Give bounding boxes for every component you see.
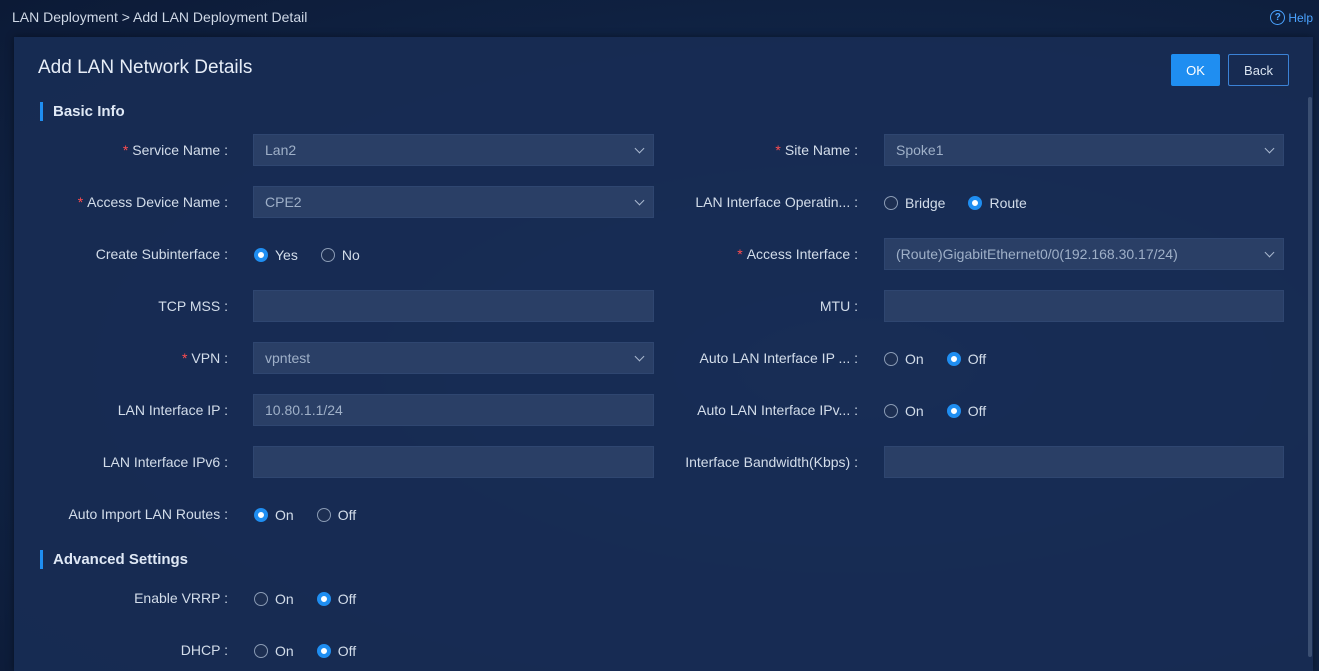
radio-vrrp-on[interactable]: On xyxy=(254,591,294,607)
service-name-label-text: Service Name : xyxy=(132,142,228,158)
radio-dhcp-off-dot[interactable] xyxy=(316,644,331,658)
add-lan-dialog: Add LAN Network Details OK Back Basic In… xyxy=(14,37,1313,671)
site-name-label-text: Site Name : xyxy=(784,142,858,158)
tcp-mss-input[interactable] xyxy=(253,290,654,322)
radio-vrrp-on-dot[interactable] xyxy=(254,592,268,606)
auto-import-routes-label: Auto Import LAN Routes : xyxy=(68,506,228,522)
radio-import-off-label: Off xyxy=(337,507,357,523)
radio-dhcp-on[interactable]: On xyxy=(254,643,294,659)
radio-auto-ip-on[interactable]: On xyxy=(884,351,924,367)
section-advanced-settings: Advanced Settings xyxy=(40,550,188,569)
radio-auto-ipv6-on[interactable]: On xyxy=(884,403,924,419)
radio-auto-ipv6-off-label: Off xyxy=(967,403,987,419)
radio-vrrp-on-label: On xyxy=(275,591,294,607)
auto-lan-ipv6-radios: On Off xyxy=(884,403,1009,419)
ok-button[interactable]: OK xyxy=(1171,54,1220,86)
lan-interface-ipv6-input[interactable] xyxy=(253,446,654,478)
required-marker: * xyxy=(122,142,129,158)
lan-interface-ipv6-label: LAN Interface IPv6 : xyxy=(102,454,228,470)
radio-yes[interactable]: Yes xyxy=(254,247,298,263)
radio-auto-ipv6-off-dot[interactable] xyxy=(946,404,961,418)
enable-vrrp-label: Enable VRRP : xyxy=(134,590,228,606)
required-marker: * xyxy=(737,246,743,262)
enable-vrrp-radios: On Off xyxy=(254,591,379,607)
vpn-label-text: VPN : xyxy=(191,350,228,366)
dhcp-radios: On Off xyxy=(254,643,379,659)
radio-no-dot[interactable] xyxy=(320,248,335,262)
auto-lan-ip-label: Auto LAN Interface IP ... : xyxy=(699,350,859,366)
radio-import-off-dot[interactable] xyxy=(316,508,331,522)
lan-interface-ip-input[interactable]: 10.80.1.1/24 xyxy=(253,394,654,426)
create-subinterface-label: Create Subinterface : xyxy=(95,246,228,262)
required-marker: * xyxy=(775,142,781,158)
radio-import-on[interactable]: On xyxy=(254,507,294,523)
radio-yes-label: Yes xyxy=(275,247,298,263)
vpn-label: * VPN : xyxy=(182,350,228,366)
radio-import-off[interactable]: Off xyxy=(316,507,357,523)
lan-interface-mode-label: LAN Interface Operatin... : xyxy=(695,194,858,210)
dialog-title: Add LAN Network Details xyxy=(38,57,253,78)
radio-dhcp-off-label: Off xyxy=(337,643,357,659)
radio-auto-ip-off[interactable]: Off xyxy=(946,351,987,367)
radio-no[interactable]: No xyxy=(320,247,360,263)
service-name-label: * Service Name : xyxy=(123,142,228,158)
mtu-input[interactable] xyxy=(884,290,1284,322)
radio-route-dot[interactable] xyxy=(968,196,983,210)
access-interface-label: * Access Interface : xyxy=(737,246,858,262)
tcp-mss-label: TCP MSS : xyxy=(158,298,228,314)
required-marker: * xyxy=(181,350,188,366)
radio-auto-ipv6-off[interactable]: Off xyxy=(946,403,987,419)
access-device-name-label: * Access Device Name : xyxy=(78,194,228,210)
access-device-name-label-text: Access Device Name : xyxy=(87,194,228,210)
create-subinterface-radios: Yes No xyxy=(254,247,383,263)
radio-bridge-label: Bridge xyxy=(905,195,946,211)
required-marker: * xyxy=(77,194,84,210)
interface-bandwidth-input[interactable] xyxy=(884,446,1284,478)
radio-auto-ip-on-dot[interactable] xyxy=(884,352,898,366)
section-basic-info: Basic Info xyxy=(40,102,125,121)
mtu-label: MTU : xyxy=(819,298,858,314)
radio-auto-ip-on-label: On xyxy=(905,351,924,367)
radio-dhcp-on-dot[interactable] xyxy=(254,644,268,658)
site-name-label: * Site Name : xyxy=(775,142,858,158)
lan-interface-mode-radios: Bridge Route xyxy=(884,195,1050,211)
radio-no-label: No xyxy=(341,247,360,263)
interface-bandwidth-label: Interface Bandwidth(Kbps) : xyxy=(685,454,858,470)
access-device-name-select[interactable]: CPE2 xyxy=(253,186,654,218)
radio-auto-ipv6-on-label: On xyxy=(905,403,924,419)
access-interface-select[interactable]: (Route)GigabitEthernet0/0(192.168.30.17/… xyxy=(884,238,1284,270)
auto-lan-ip-radios: On Off xyxy=(884,351,1009,367)
access-interface-label-text: Access Interface : xyxy=(746,246,858,262)
radio-auto-ip-off-dot[interactable] xyxy=(946,352,961,366)
radio-dhcp-off[interactable]: Off xyxy=(316,643,357,659)
lan-interface-ip-label: LAN Interface IP : xyxy=(117,402,228,418)
radio-route[interactable]: Route xyxy=(968,195,1027,211)
radio-import-on-label: On xyxy=(275,507,294,523)
radio-auto-ip-off-label: Off xyxy=(967,351,987,367)
radio-dhcp-on-label: On xyxy=(275,643,294,659)
radio-vrrp-off[interactable]: Off xyxy=(316,591,357,607)
radio-auto-ipv6-on-dot[interactable] xyxy=(884,404,898,418)
radio-import-on-dot[interactable] xyxy=(254,508,268,522)
top-bar: LAN Deployment > Add LAN Deployment Deta… xyxy=(0,0,1319,36)
dhcp-label: DHCP : xyxy=(180,642,228,658)
back-button[interactable]: Back xyxy=(1228,54,1289,86)
auto-lan-ipv6-label: Auto LAN Interface IPv... : xyxy=(697,402,858,418)
radio-bridge-dot[interactable] xyxy=(884,196,898,210)
radio-yes-dot[interactable] xyxy=(254,248,268,262)
radio-vrrp-off-dot[interactable] xyxy=(316,592,331,606)
radio-route-label: Route xyxy=(989,195,1027,211)
radio-bridge[interactable]: Bridge xyxy=(884,195,945,211)
help-link[interactable]: ? Help xyxy=(1270,10,1313,25)
dialog-scrollbar[interactable] xyxy=(1308,97,1312,657)
service-name-select[interactable]: Lan2 xyxy=(253,134,654,166)
vpn-select[interactable]: vpntest xyxy=(253,342,654,374)
help-icon: ? xyxy=(1270,10,1286,25)
site-name-select[interactable]: Spoke1 xyxy=(884,134,1284,166)
help-label: Help xyxy=(1288,10,1313,25)
breadcrumb: LAN Deployment > Add LAN Deployment Deta… xyxy=(12,9,308,25)
auto-import-routes-radios: On Off xyxy=(254,507,379,523)
radio-vrrp-off-label: Off xyxy=(337,591,357,607)
